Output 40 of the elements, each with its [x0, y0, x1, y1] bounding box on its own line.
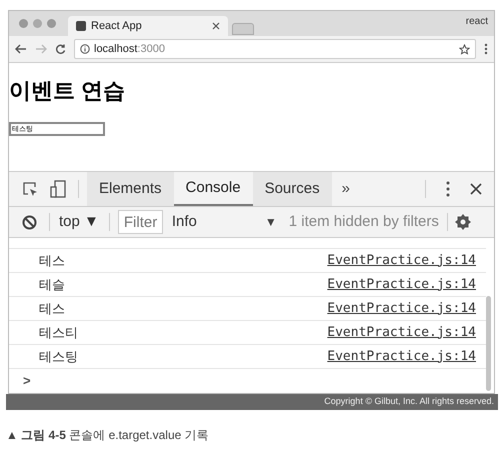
- log-message: 테스팅: [39, 348, 78, 366]
- page-heading: 이벤트 연습: [9, 77, 126, 105]
- source-link[interactable]: EventPractice.js:14: [327, 346, 476, 366]
- log-message: 테슬: [39, 276, 65, 294]
- context-selector[interactable]: top ▼: [59, 210, 99, 234]
- clear-console-icon[interactable]: [22, 214, 37, 230]
- source-link[interactable]: EventPractice.js:14: [327, 250, 476, 270]
- log-message: 테스: [39, 252, 65, 270]
- figure-caption: ▲ 그림 4-5 콘솔에 e.target.value 기록: [6, 427, 210, 444]
- level-selector[interactable]: Info: [172, 210, 197, 234]
- info-icon: [80, 44, 90, 54]
- devtools-tab[interactable]: Sources: [252, 172, 332, 206]
- more-tabs-button[interactable]: »: [336, 178, 356, 200]
- tab-title: React App: [91, 18, 142, 34]
- hidden-items-note: 1 item hidden by filters: [288, 212, 439, 232]
- app-icon: [76, 21, 86, 31]
- url-text: localhost:3000: [94, 42, 165, 57]
- more-options-icon[interactable]: [446, 181, 450, 197]
- menu-icon[interactable]: [484, 43, 488, 55]
- console-prompt[interactable]: >: [23, 371, 31, 391]
- inspect-icon[interactable]: [22, 181, 38, 197]
- close-icon[interactable]: [212, 22, 220, 30]
- back-icon[interactable]: [15, 44, 27, 54]
- star-icon[interactable]: [459, 44, 470, 54]
- log-message: 테스티: [39, 324, 78, 342]
- settings-icon[interactable]: [454, 213, 472, 231]
- filter-field[interactable]: Filter: [118, 210, 163, 234]
- source-link[interactable]: EventPractice.js:14: [327, 274, 476, 294]
- reload-icon[interactable]: [55, 44, 66, 54]
- source-link[interactable]: EventPractice.js:14: [327, 298, 476, 318]
- devtools-tab[interactable]: Elements: [87, 172, 174, 206]
- address-field[interactable]: localhost:3000: [74, 39, 476, 59]
- browser-tab[interactable]: React App: [68, 16, 228, 36]
- log-message: 테스: [39, 300, 65, 318]
- profile-name[interactable]: react: [466, 14, 488, 29]
- copyright-text: Copyright © Gilbut, Inc. All rights reserved.: [324, 395, 494, 408]
- close-icon[interactable]: [470, 183, 482, 195]
- source-link[interactable]: EventPractice.js:14: [327, 322, 476, 342]
- level-caret[interactable]: ▼: [264, 213, 277, 231]
- device-icon[interactable]: [50, 180, 66, 198]
